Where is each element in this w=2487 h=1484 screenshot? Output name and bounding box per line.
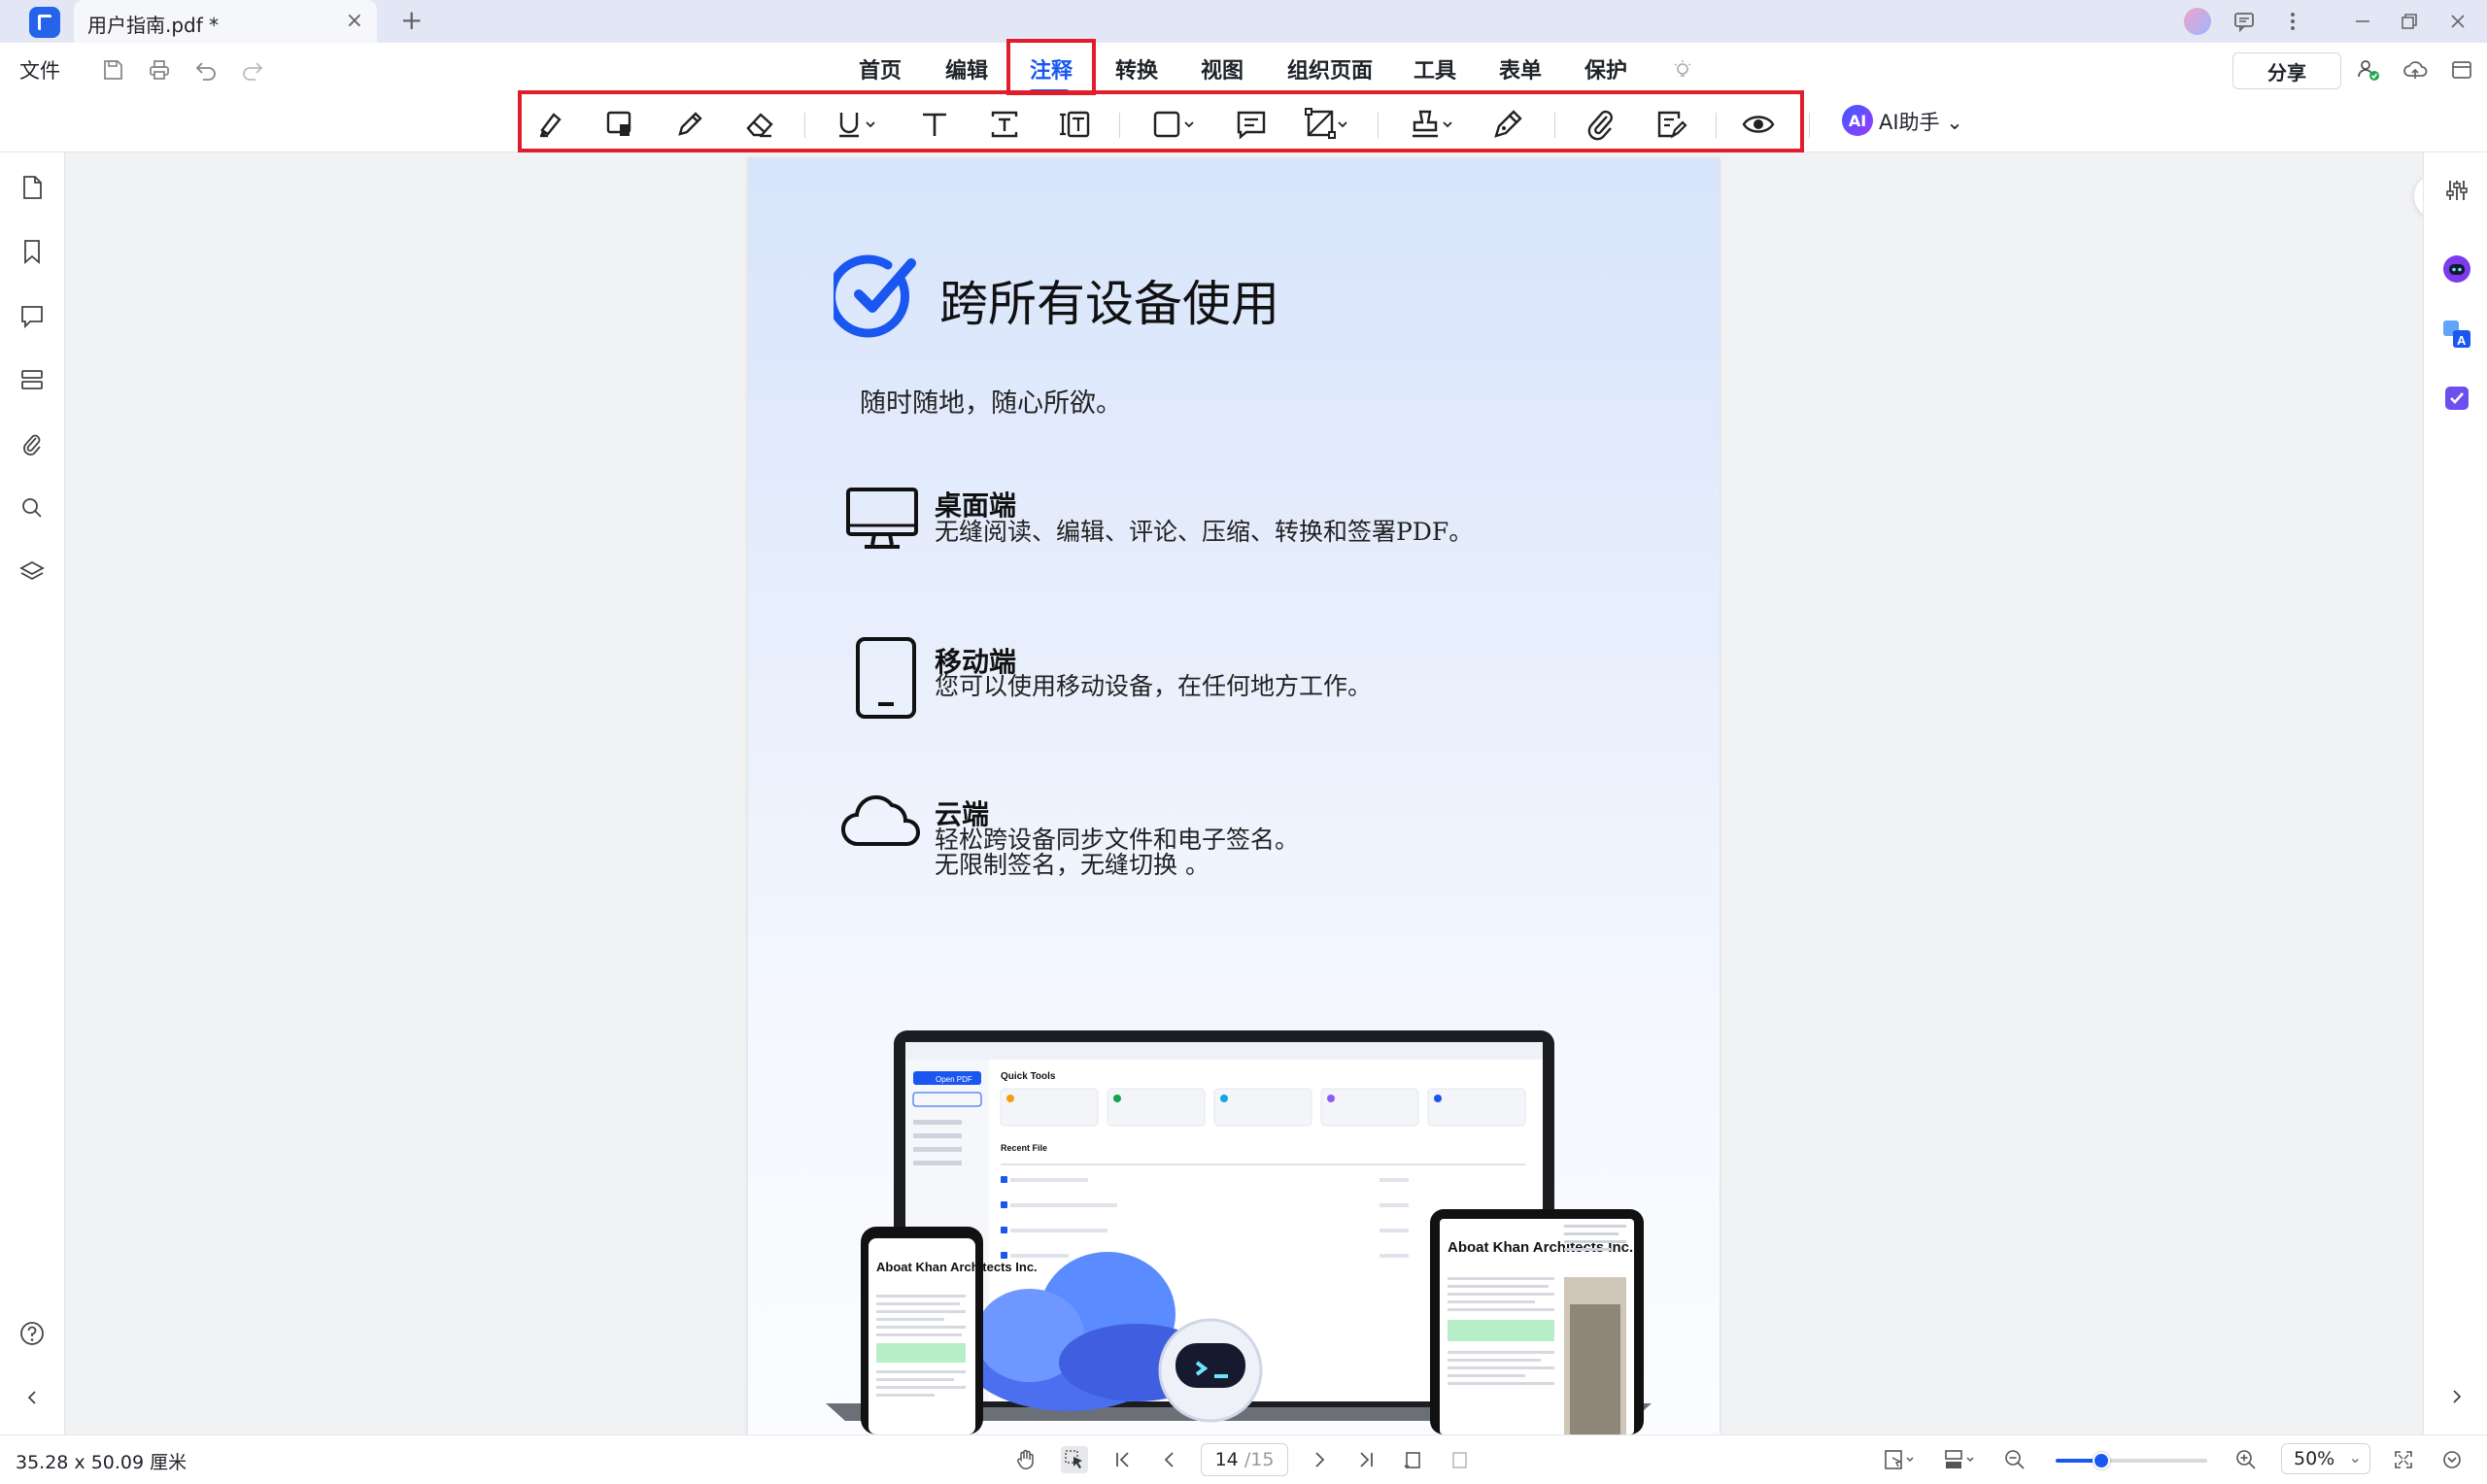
tab-home[interactable]: 首页 (859, 53, 902, 84)
tab-highlight-box (1006, 39, 1096, 95)
tab-organize-pages[interactable]: 组织页面 (1287, 53, 1373, 84)
total-pages: /15 (1244, 1449, 1275, 1470)
svg-text:Aboat Khan Architects Inc.: Aboat Khan Architects Inc. (876, 1260, 1038, 1274)
mockup-open-pdf-label: Open PDF (936, 1075, 972, 1084)
feature-desc-mobile: 您可以使用移动设备，在任何地方工作。 (935, 672, 1373, 700)
share-button[interactable]: 分享 (2232, 52, 2341, 89)
crop-page-icon[interactable] (1446, 1446, 1473, 1473)
ai-assistant-icon[interactable]: AI (1842, 105, 1873, 136)
panel-toggle-icon[interactable] (2448, 56, 2475, 84)
zoom-slider[interactable] (2056, 1452, 2207, 1469)
help-icon[interactable] (17, 1318, 48, 1349)
mockup-recent-file-label: Recent File (1001, 1143, 1047, 1153)
tab-convert[interactable]: 转换 (1115, 53, 1158, 84)
collaborators-icon[interactable] (2355, 56, 2382, 84)
scroll-mode-icon[interactable] (2438, 1446, 2466, 1473)
minimize-window-icon[interactable] (2349, 8, 2376, 35)
document-canvas[interactable]: 跨所有设备使用 随时随地，随心所欲。 桌面端 无缝阅读、编辑、评论、压缩、转换和… (65, 152, 2423, 1434)
fit-mode-dropdown-icon[interactable] (1881, 1446, 1920, 1473)
next-page-icon[interactable] (1306, 1446, 1333, 1473)
tab-protect[interactable]: 保护 (1584, 53, 1627, 84)
layers-icon[interactable] (17, 556, 48, 588)
mockup-quick-tools-label: Quick Tools (1001, 1071, 1056, 1082)
search-icon[interactable] (17, 492, 48, 523)
device-mockup-illustration: Open PDF Quick Tools Recent File Aboat K… (826, 1030, 1652, 1434)
collapse-right-icon[interactable] (2440, 1380, 2473, 1413)
user-avatar[interactable] (2184, 8, 2211, 35)
zoom-in-icon[interactable] (2232, 1446, 2260, 1473)
task-check-icon[interactable] (2440, 382, 2473, 415)
previous-page-icon[interactable] (1156, 1446, 1183, 1473)
right-rail: A (2423, 152, 2487, 1434)
feature-desc-cloud-line1: 轻松跨设备同步文件和电子签名。 (935, 826, 1300, 854)
current-page: 14 (1214, 1449, 1239, 1470)
app-logo-icon (29, 7, 60, 38)
undo-icon[interactable] (192, 56, 220, 84)
tab-forms[interactable]: 表单 (1499, 53, 1542, 84)
feedback-icon[interactable] (2231, 8, 2258, 35)
toolbar-divider (1809, 113, 1810, 138)
document-tab-title: 用户指南.pdf * (87, 14, 220, 37)
select-tool-icon[interactable] (1061, 1446, 1088, 1473)
more-options-icon[interactable] (2279, 8, 2306, 35)
zoom-out-icon[interactable] (2001, 1446, 2028, 1473)
attachment-panel-icon[interactable] (17, 428, 48, 459)
cloud-icon (841, 794, 920, 847)
rotate-page-icon[interactable] (1399, 1446, 1426, 1473)
page-thumbnail-icon[interactable] (17, 172, 48, 203)
hand-tool-icon[interactable] (1012, 1446, 1039, 1473)
tab-edit[interactable]: 编辑 (945, 53, 988, 84)
ai-assistant-dropdown[interactable]: AI助手 ⌄ (1879, 107, 1963, 136)
svg-text:A: A (2457, 333, 2467, 348)
redo-icon[interactable] (239, 56, 266, 84)
toolbar-highlight-box (518, 90, 1804, 152)
left-sidebar (0, 152, 65, 1434)
desktop-monitor-icon (846, 488, 918, 549)
close-window-icon[interactable] (2444, 8, 2471, 35)
close-tab-icon[interactable]: × (346, 9, 363, 33)
feature-desc-cloud-line2: 无限制签名，无缝切换 。 (935, 851, 1209, 879)
zoom-level-value: 50% (2294, 1448, 2335, 1469)
title-tab-bar: 用户指南.pdf * × + (0, 0, 2487, 43)
lightbulb-icon[interactable] (1669, 56, 1696, 84)
last-page-icon[interactable] (1352, 1446, 1380, 1473)
checkmark-logo-icon (834, 254, 916, 338)
first-page-icon[interactable] (1109, 1446, 1137, 1473)
mockup-phone-heading: Aboat Khan Architects Inc. (876, 1260, 1038, 1274)
page-dimensions: 35.28 x 50.09 厘米 (16, 1452, 187, 1473)
restore-window-icon[interactable] (2396, 8, 2423, 35)
bookmark-icon[interactable] (17, 236, 48, 267)
save-icon[interactable] (99, 56, 126, 84)
comment-icon[interactable] (17, 300, 48, 331)
page-title: 跨所有设备使用 (939, 276, 1279, 332)
form-fields-icon[interactable] (17, 364, 48, 395)
document-tab[interactable]: 用户指南.pdf * × (74, 0, 377, 43)
menu-bar: 文件 首页 编辑 注释 转换 视图 组织页面 工具 表单 保护 分享 (0, 43, 2487, 97)
feature-desc-desktop: 无缝阅读、编辑、评论、压缩、转换和签署PDF。 (935, 518, 1474, 546)
collapse-left-icon[interactable] (17, 1382, 48, 1413)
ai-robot-icon[interactable] (2440, 253, 2473, 286)
zoom-level-select[interactable]: 50% ⌄ (2281, 1443, 2370, 1474)
new-tab-icon[interactable]: + (400, 4, 423, 36)
properties-sliders-icon[interactable] (2440, 174, 2473, 207)
chevron-down-icon: ⌄ (2348, 1448, 2362, 1467)
page-number-input[interactable]: 14 /15 (1201, 1443, 1288, 1476)
translate-float-button[interactable]: W (2414, 174, 2423, 219)
fullscreen-icon[interactable] (2390, 1446, 2417, 1473)
mobile-phone-icon (856, 637, 916, 719)
pdf-page: 跨所有设备使用 随时随地，随心所欲。 桌面端 无缝阅读、编辑、评论、压缩、转换和… (748, 158, 1720, 1434)
page-subtitle: 随时随地，随心所欲。 (860, 388, 1122, 419)
zoom-slider-handle[interactable] (2092, 1452, 2110, 1469)
print-icon[interactable] (146, 56, 173, 84)
translate-icon[interactable]: A (2440, 318, 2473, 351)
ai-assistant-label: AI助手 (1879, 111, 1940, 134)
page-layout-dropdown-icon[interactable] (1941, 1446, 1980, 1473)
cloud-upload-icon[interactable] (2402, 56, 2429, 84)
status-bar: 35.28 x 50.09 厘米 14 /15 50% ⌄ (0, 1434, 2487, 1484)
tab-tools[interactable]: 工具 (1414, 53, 1456, 84)
file-menu[interactable]: 文件 (19, 55, 60, 84)
tab-view[interactable]: 视图 (1201, 53, 1244, 84)
